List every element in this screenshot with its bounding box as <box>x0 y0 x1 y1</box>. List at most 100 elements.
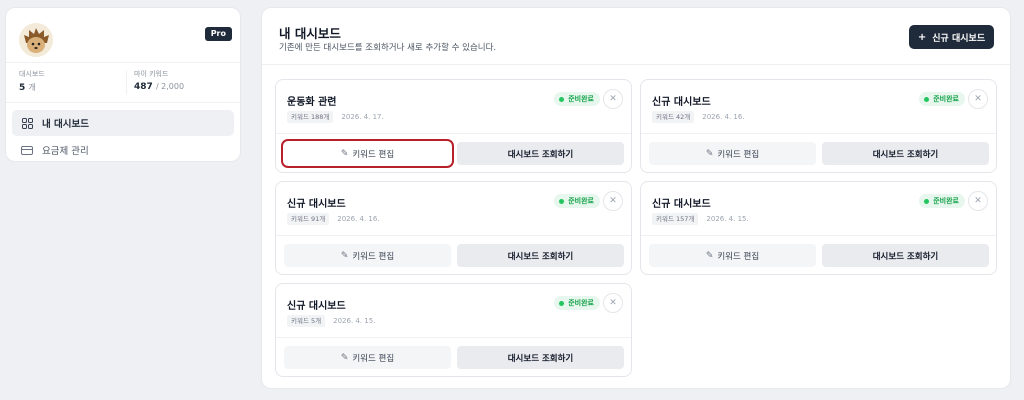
pencil-icon: ✎ <box>340 250 349 261</box>
new-dashboard-button[interactable]: + 신규 대시보드 <box>909 25 994 49</box>
keyword-count-chip: 키워드 157개 <box>652 213 699 225</box>
status-badge: 준비완료 <box>919 92 965 106</box>
view-dashboard-button[interactable]: 대시보드 조회하기 <box>457 244 624 267</box>
divider <box>641 235 996 236</box>
divider <box>276 337 631 338</box>
main-panel: 내 대시보드 기존에 만든 대시보드를 조회하거나 새로 추가할 수 있습니다.… <box>261 7 1011 389</box>
status-badge: 준비완료 <box>919 194 965 208</box>
close-icon: ✕ <box>609 94 617 104</box>
stat-unit: / 2,000 <box>155 82 185 91</box>
card-title: 신규 대시보드 <box>652 97 711 108</box>
status-dot-icon <box>559 198 565 204</box>
edit-keywords-button[interactable]: ✎ 키워드 편집 <box>284 346 451 369</box>
delete-card-button[interactable]: ✕ <box>968 191 988 211</box>
status-badge: 준비완료 <box>554 194 600 208</box>
delete-card-button[interactable]: ✕ <box>603 191 623 211</box>
card-meta: 키워드 157개 2026. 4. 15. <box>652 213 749 225</box>
edit-keywords-button[interactable]: ✎ 키워드 편집 <box>649 244 816 267</box>
pro-badge: Pro <box>204 27 232 41</box>
sidebar: Pro 대시보드 5 개 마이 키워드 487 / 2,000 내 대시보드 요… <box>5 7 241 162</box>
stat-unit: 개 <box>28 83 36 92</box>
hedgehog-avatar-icon <box>19 23 53 57</box>
card-date: 2026. 4. 16. <box>337 215 380 223</box>
credit-card-icon <box>20 144 34 156</box>
edit-keywords-label: 키워드 편집 <box>352 251 395 262</box>
new-dashboard-label: 신규 대시보드 <box>932 33 986 44</box>
edit-keywords-button[interactable]: ✎ 키워드 편집 <box>281 139 454 168</box>
view-dashboard-button[interactable]: 대시보드 조회하기 <box>822 244 989 267</box>
page-title: 내 대시보드 <box>279 26 341 41</box>
card-date: 2026. 4. 15. <box>706 215 749 223</box>
delete-card-button[interactable]: ✕ <box>603 89 623 109</box>
card-title: 운동화 관련 <box>287 97 337 108</box>
card-meta: 키워드 91개 2026. 4. 16. <box>287 213 380 225</box>
sidebar-menu: 내 대시보드 요금제 관리 <box>6 103 240 171</box>
dashboard-card: 신규 대시보드 키워드 5개 2026. 4. 15. 준비완료 ✕ ✎ 키워드 … <box>275 283 632 377</box>
keyword-count-chip: 키워드 42개 <box>652 111 695 123</box>
status-label: 준비완료 <box>568 197 594 205</box>
stat-divider <box>126 71 127 95</box>
status-dot-icon <box>924 96 930 102</box>
status-label: 준비완료 <box>568 299 594 307</box>
dashboard-card: 운동화 관련 키워드 188개 2026. 4. 17. 준비완료 ✕ ✎ 키워드… <box>275 79 632 173</box>
status-dot-icon <box>924 198 930 204</box>
dashboard-card: 신규 대시보드 키워드 157개 2026. 4. 15. 준비완료 ✕ ✎ 키워… <box>640 181 997 275</box>
stat-keywords: 마이 키워드 487 / 2,000 <box>134 69 184 92</box>
card-meta: 키워드 188개 2026. 4. 17. <box>287 111 384 123</box>
close-icon: ✕ <box>609 298 617 308</box>
edit-keywords-label: 키워드 편집 <box>352 353 395 364</box>
sidebar-item-my-dashboard[interactable]: 내 대시보드 <box>12 110 234 136</box>
edit-keywords-label: 키워드 편집 <box>717 251 760 262</box>
status-label: 준비완료 <box>933 197 959 205</box>
card-meta: 키워드 5개 2026. 4. 15. <box>287 315 375 327</box>
dashboard-card: 신규 대시보드 키워드 42개 2026. 4. 16. 준비완료 ✕ ✎ 키워드… <box>640 79 997 173</box>
keyword-count-chip: 키워드 188개 <box>287 111 334 123</box>
sidebar-item-label: 요금제 관리 <box>42 146 89 157</box>
delete-card-button[interactable]: ✕ <box>603 293 623 313</box>
keyword-count-chip: 키워드 91개 <box>287 213 330 225</box>
view-dashboard-label: 대시보드 조회하기 <box>507 251 574 262</box>
close-icon: ✕ <box>974 196 982 206</box>
stat-dashboards: 대시보드 5 개 <box>19 69 45 93</box>
close-icon: ✕ <box>609 196 617 206</box>
close-icon: ✕ <box>974 94 982 104</box>
status-badge: 준비완료 <box>554 92 600 106</box>
dashboard-card: 신규 대시보드 키워드 91개 2026. 4. 16. 준비완료 ✕ ✎ 키워드… <box>275 181 632 275</box>
view-dashboard-label: 대시보드 조회하기 <box>872 251 939 262</box>
pencil-icon: ✎ <box>705 148 714 159</box>
card-date: 2026. 4. 16. <box>702 113 745 121</box>
view-dashboard-label: 대시보드 조회하기 <box>872 149 939 160</box>
plus-icon: + <box>917 31 927 43</box>
view-dashboard-button[interactable]: 대시보드 조회하기 <box>457 346 624 369</box>
view-dashboard-button[interactable]: 대시보드 조회하기 <box>822 142 989 165</box>
status-badge: 준비완료 <box>554 296 600 310</box>
pencil-icon: ✎ <box>705 250 714 261</box>
card-title: 신규 대시보드 <box>287 301 346 312</box>
page-subtitle: 기존에 만든 대시보드를 조회하거나 새로 추가할 수 있습니다. <box>279 43 497 53</box>
status-label: 준비완료 <box>933 95 959 103</box>
stats-section: 대시보드 5 개 마이 키워드 487 / 2,000 <box>6 63 240 103</box>
sidebar-item-billing[interactable]: 요금제 관리 <box>12 137 234 163</box>
view-dashboard-button[interactable]: 대시보드 조회하기 <box>457 142 624 165</box>
status-label: 준비완료 <box>568 95 594 103</box>
stat-label: 마이 키워드 <box>134 70 169 78</box>
stat-value: 487 <box>134 82 153 92</box>
profile-section: Pro <box>6 8 240 63</box>
edit-keywords-button[interactable]: ✎ 키워드 편집 <box>284 244 451 267</box>
sidebar-item-label: 내 대시보드 <box>42 119 90 130</box>
edit-keywords-button[interactable]: ✎ 키워드 편집 <box>649 142 816 165</box>
view-dashboard-label: 대시보드 조회하기 <box>507 353 574 364</box>
card-title: 신규 대시보드 <box>652 199 711 210</box>
card-title: 신규 대시보드 <box>287 199 346 210</box>
divider <box>276 235 631 236</box>
stat-value: 5 <box>19 83 26 93</box>
view-dashboard-label: 대시보드 조회하기 <box>507 149 574 160</box>
dashboard-grid-icon <box>20 117 34 129</box>
divider <box>276 133 631 134</box>
stat-label: 대시보드 <box>19 70 45 78</box>
divider <box>262 64 1010 65</box>
status-dot-icon <box>559 96 565 102</box>
avatar[interactable] <box>19 23 53 57</box>
delete-card-button[interactable]: ✕ <box>968 89 988 109</box>
edit-keywords-label: 키워드 편집 <box>717 149 760 160</box>
